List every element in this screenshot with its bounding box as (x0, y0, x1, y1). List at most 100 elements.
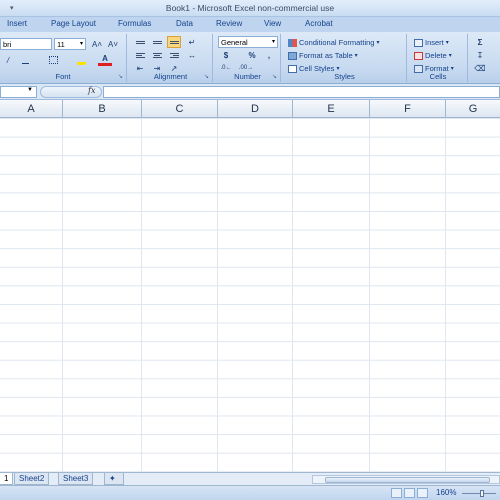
column-gridline (62, 118, 63, 472)
align-top-icon[interactable] (133, 36, 147, 48)
formula-input[interactable] (103, 86, 500, 98)
font-color-icon[interactable]: A (98, 54, 112, 66)
column-headers: A B C D E F G (0, 100, 500, 118)
format-as-table-icon (288, 51, 297, 60)
sheet-tab-sheet2[interactable]: Sheet2 (14, 473, 50, 485)
tab-insert[interactable]: Insert (7, 19, 27, 28)
column-header-d[interactable]: D (218, 100, 293, 118)
font-group-label: Font (55, 72, 71, 81)
insert-sheet-icon[interactable]: ✦ (104, 473, 124, 485)
sheet-tab-sheet3[interactable]: Sheet3 (58, 473, 94, 485)
font-size-value: 11 (57, 40, 65, 49)
conditional-formatting-button[interactable]: Conditional Formatting ▾ (288, 37, 379, 48)
font-name-box[interactable]: bri (0, 38, 52, 50)
alignment-group-label: Alignment (153, 72, 188, 81)
ribbon-tabs: Insert Page Layout Formulas Data Review … (0, 17, 500, 32)
column-header-b[interactable]: B (63, 100, 142, 118)
name-box-dropdown-icon[interactable]: ▼ (27, 87, 33, 93)
insert-cells-button[interactable]: Insert ▾ (414, 37, 449, 48)
column-header-f[interactable]: F (370, 100, 446, 118)
tab-data[interactable]: Data (176, 19, 193, 28)
align-middle-icon[interactable] (150, 36, 164, 48)
font-size-box[interactable]: 11 ▾ (54, 38, 86, 50)
font-color-glyph: A (102, 54, 108, 63)
tab-page-layout[interactable]: Page Layout (51, 19, 96, 28)
tab-review[interactable]: Review (216, 19, 242, 28)
tab-view[interactable]: View (264, 19, 281, 28)
format-as-table-button[interactable]: Format as Table ▾ (288, 50, 358, 61)
font-size-dropdown-icon: ▾ (79, 41, 83, 47)
zoom-level[interactable]: 160% (436, 488, 456, 497)
currency-icon[interactable]: $ (219, 49, 233, 61)
merge-center-icon[interactable]: ↔ (185, 49, 199, 61)
number-group-label: Number (234, 72, 261, 81)
column-header-g[interactable]: G (446, 100, 500, 118)
format-cells-dropdown-icon: ▾ (450, 66, 454, 72)
cells-group: Insert ▾ Delete ▾ Format ▾ Cells (409, 34, 468, 82)
align-right-icon[interactable] (167, 49, 181, 61)
percent-icon[interactable]: % (245, 49, 259, 61)
column-header-c[interactable]: C (142, 100, 218, 118)
delete-cells-button[interactable]: Delete ▾ (414, 50, 452, 61)
insert-cells-label: Insert (425, 38, 444, 47)
column-gridline (141, 118, 142, 472)
align-left-icon[interactable] (133, 49, 147, 61)
sheet-tab-sheet1[interactable]: 1 (0, 473, 14, 485)
horizontal-scrollbar[interactable] (312, 475, 500, 484)
styles-group: Conditional Formatting ▾ Format as Table… (283, 34, 407, 82)
underline-icon[interactable] (18, 54, 32, 66)
normal-view-icon[interactable] (391, 488, 402, 498)
fill-color-icon[interactable] (74, 54, 88, 66)
format-as-table-dropdown-icon: ▾ (354, 53, 358, 59)
page-layout-view-icon[interactable] (404, 488, 415, 498)
cell-styles-dropdown-icon: ▾ (336, 66, 340, 72)
cell-grid[interactable] (0, 118, 500, 472)
editing-group: Σ ↧ ⌫ (470, 34, 500, 82)
column-header-e[interactable]: E (293, 100, 370, 118)
horizontal-scroll-thumb[interactable] (325, 477, 490, 483)
column-header-a[interactable]: A (0, 100, 63, 118)
styles-group-label: Styles (334, 72, 355, 81)
page-break-view-icon[interactable] (417, 488, 428, 498)
grow-font-icon[interactable]: A˄ (90, 38, 104, 50)
fill-icon[interactable]: ↧ (473, 49, 487, 61)
delete-cells-label: Delete (425, 51, 447, 60)
window-title: Book1 - Microsoft Excel non-commercial u… (165, 3, 335, 13)
insert-function-icon[interactable]: fx (88, 86, 95, 95)
conditional-formatting-icon (288, 38, 297, 47)
cells-group-label: Cells (429, 72, 447, 81)
conditional-formatting-label: Conditional Formatting (299, 38, 375, 47)
font-dialog-launcher-icon[interactable]: ↘ (118, 73, 123, 80)
sheet-tab-bar: 1 Sheet2 Sheet3 ✦ (0, 472, 500, 485)
status-bar: 160% (0, 485, 500, 500)
number-dialog-launcher-icon[interactable]: ↘ (272, 73, 277, 80)
shrink-font-icon[interactable]: A˅ (106, 38, 120, 50)
font-group: bri 11 ▾ A˄ A˅ / A Font ↘ (0, 34, 127, 82)
zoom-slider-knob[interactable] (480, 490, 484, 497)
italic-icon[interactable]: / (1, 54, 15, 66)
number-format-box[interactable]: General ▾ (218, 36, 278, 48)
tab-formulas[interactable]: Formulas (118, 19, 151, 28)
align-center-icon[interactable] (150, 49, 164, 61)
delete-cells-dropdown-icon: ▾ (448, 53, 452, 59)
borders-icon[interactable] (46, 54, 60, 66)
alignment-dialog-launcher-icon[interactable]: ↘ (204, 73, 209, 80)
wrap-text-icon[interactable]: ↵ (185, 36, 199, 48)
formula-bar: ▼ fx (0, 84, 500, 100)
format-as-table-label: Format as Table (299, 51, 353, 60)
insert-cells-dropdown-icon: ▾ (445, 40, 449, 46)
zoom-slider[interactable] (462, 493, 496, 494)
column-gridline (369, 118, 370, 472)
number-format-value: General (221, 38, 248, 47)
column-gridline (445, 118, 446, 472)
delete-cells-icon (414, 51, 423, 60)
column-gridline (292, 118, 293, 472)
clear-icon[interactable]: ⌫ (473, 62, 487, 74)
comma-style-icon[interactable]: , (262, 49, 276, 61)
align-bottom-icon[interactable] (167, 36, 181, 48)
column-gridline (217, 118, 218, 472)
tab-acrobat[interactable]: Acrobat (305, 19, 333, 28)
number-format-dropdown-icon: ▾ (271, 39, 275, 45)
autosum-icon[interactable]: Σ (473, 36, 487, 48)
insert-cells-icon (414, 38, 423, 47)
